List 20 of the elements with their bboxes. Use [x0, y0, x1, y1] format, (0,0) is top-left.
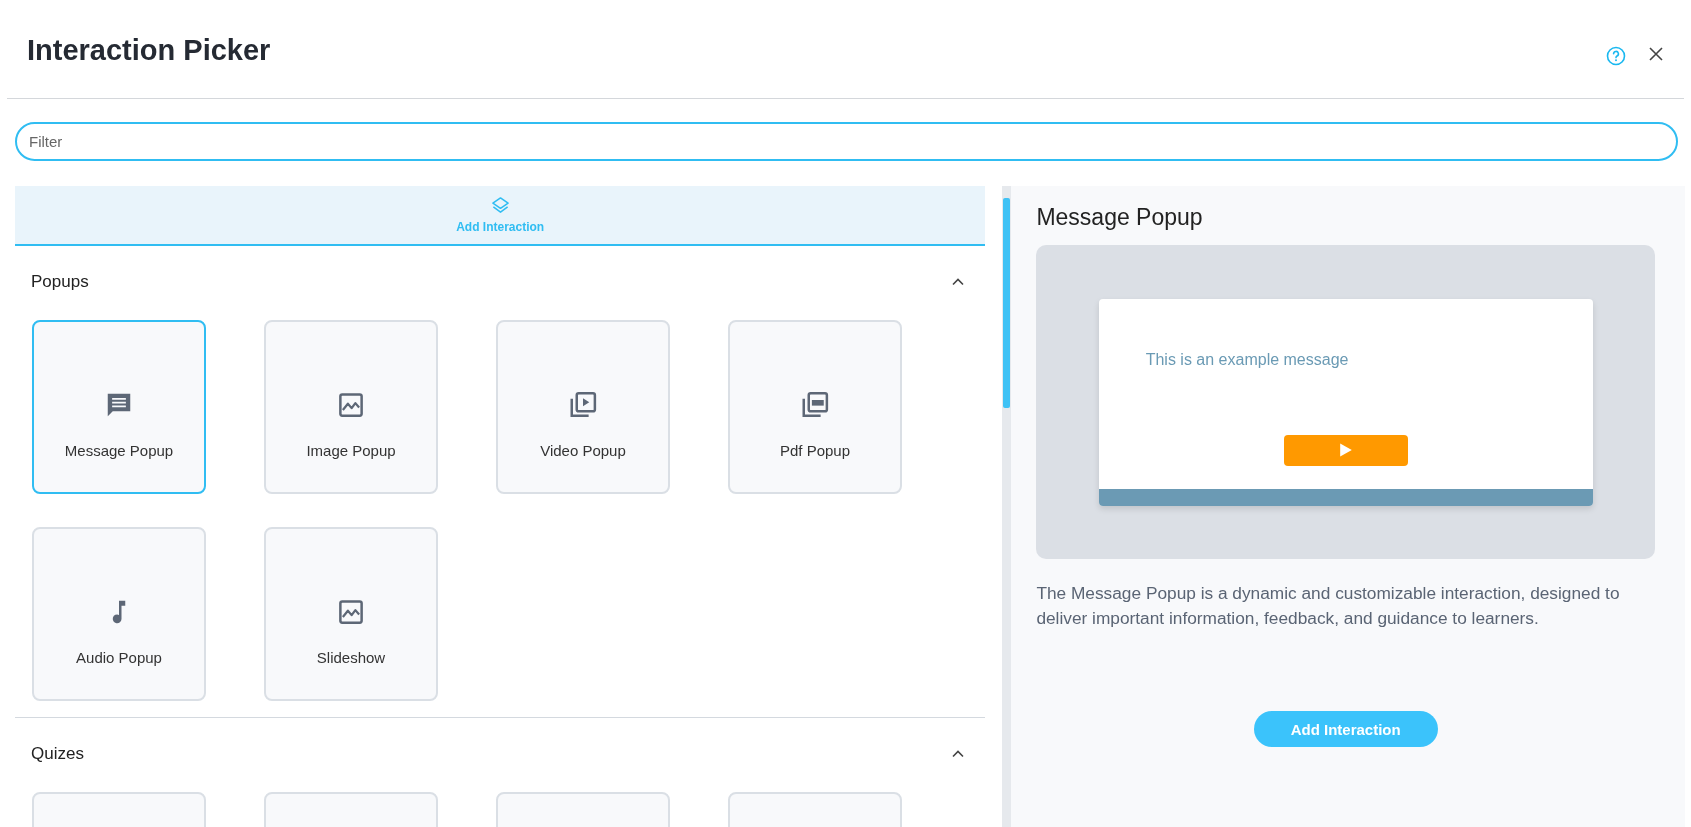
- interaction-card[interactable]: Slideshow: [264, 527, 438, 701]
- help-icon[interactable]: [1606, 46, 1626, 66]
- description: The Message Popup is a dynamic and customizable interaction, designed to deliver important information, feedback, and guidance to learners.: [1036, 582, 1621, 630]
- layers-icon: [490, 196, 510, 215]
- interaction-card[interactable]: Image Popup: [264, 320, 438, 494]
- detail-title: Message Popup: [1036, 204, 1204, 231]
- interaction-card[interactable]: Pdf Popup: [728, 320, 902, 494]
- preview-message: This is an example message: [1145, 350, 1350, 369]
- section-title: Quizes: [31, 744, 84, 764]
- section-title: Popups: [31, 272, 89, 292]
- video-library-icon: [568, 389, 598, 420]
- interaction-card[interactable]: Audio Popup: [32, 527, 206, 701]
- interaction-card[interactable]: Message Popup: [32, 320, 206, 494]
- pdf-file-icon: [800, 389, 830, 420]
- window-title: Interaction Picker: [27, 34, 271, 67]
- interaction-card[interactable]: Video Popup: [496, 320, 670, 494]
- play-icon: [1338, 443, 1353, 457]
- close-icon[interactable]: [1648, 45, 1664, 62]
- filter-field[interactable]: Filter: [15, 122, 1678, 161]
- scrollbar[interactable]: [1002, 186, 1012, 827]
